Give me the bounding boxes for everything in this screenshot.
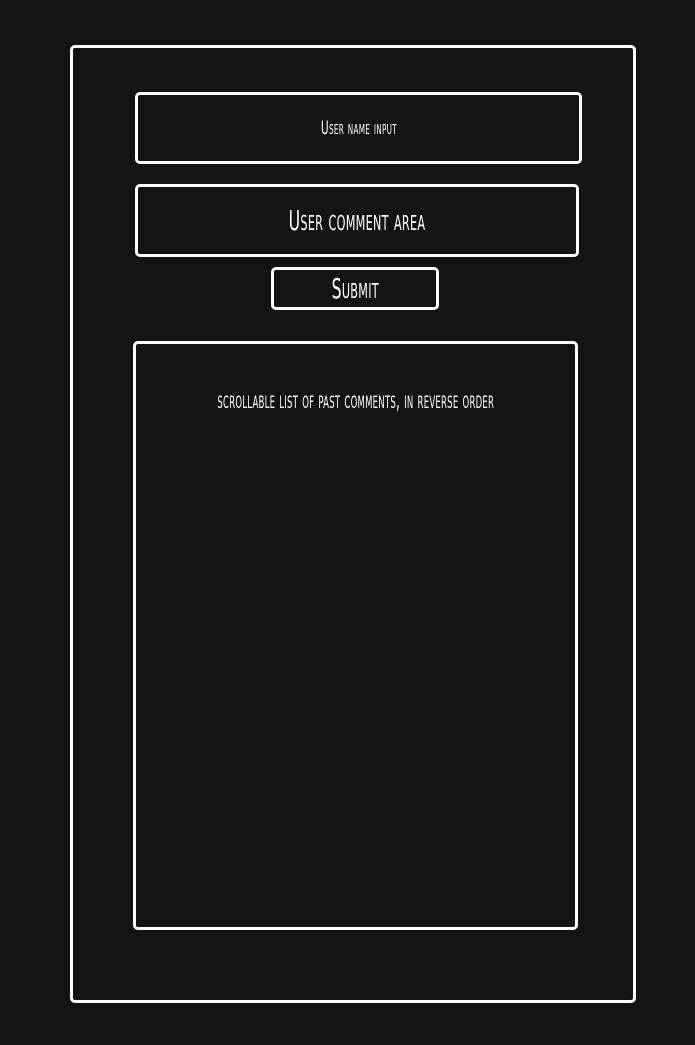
past-comments-list[interactable]: scrollable list of past comments, in rev… — [133, 341, 578, 930]
past-comments-list-label: scrollable list of past comments, in rev… — [217, 386, 494, 414]
comment-textarea-label: User comment area — [288, 204, 426, 237]
username-input[interactable]: User name input — [135, 92, 582, 164]
submit-button-label: Submit — [331, 272, 379, 305]
submit-button[interactable]: Submit — [271, 267, 439, 310]
username-input-label: User name input — [320, 117, 397, 139]
comment-textarea[interactable]: User comment area — [135, 184, 579, 257]
